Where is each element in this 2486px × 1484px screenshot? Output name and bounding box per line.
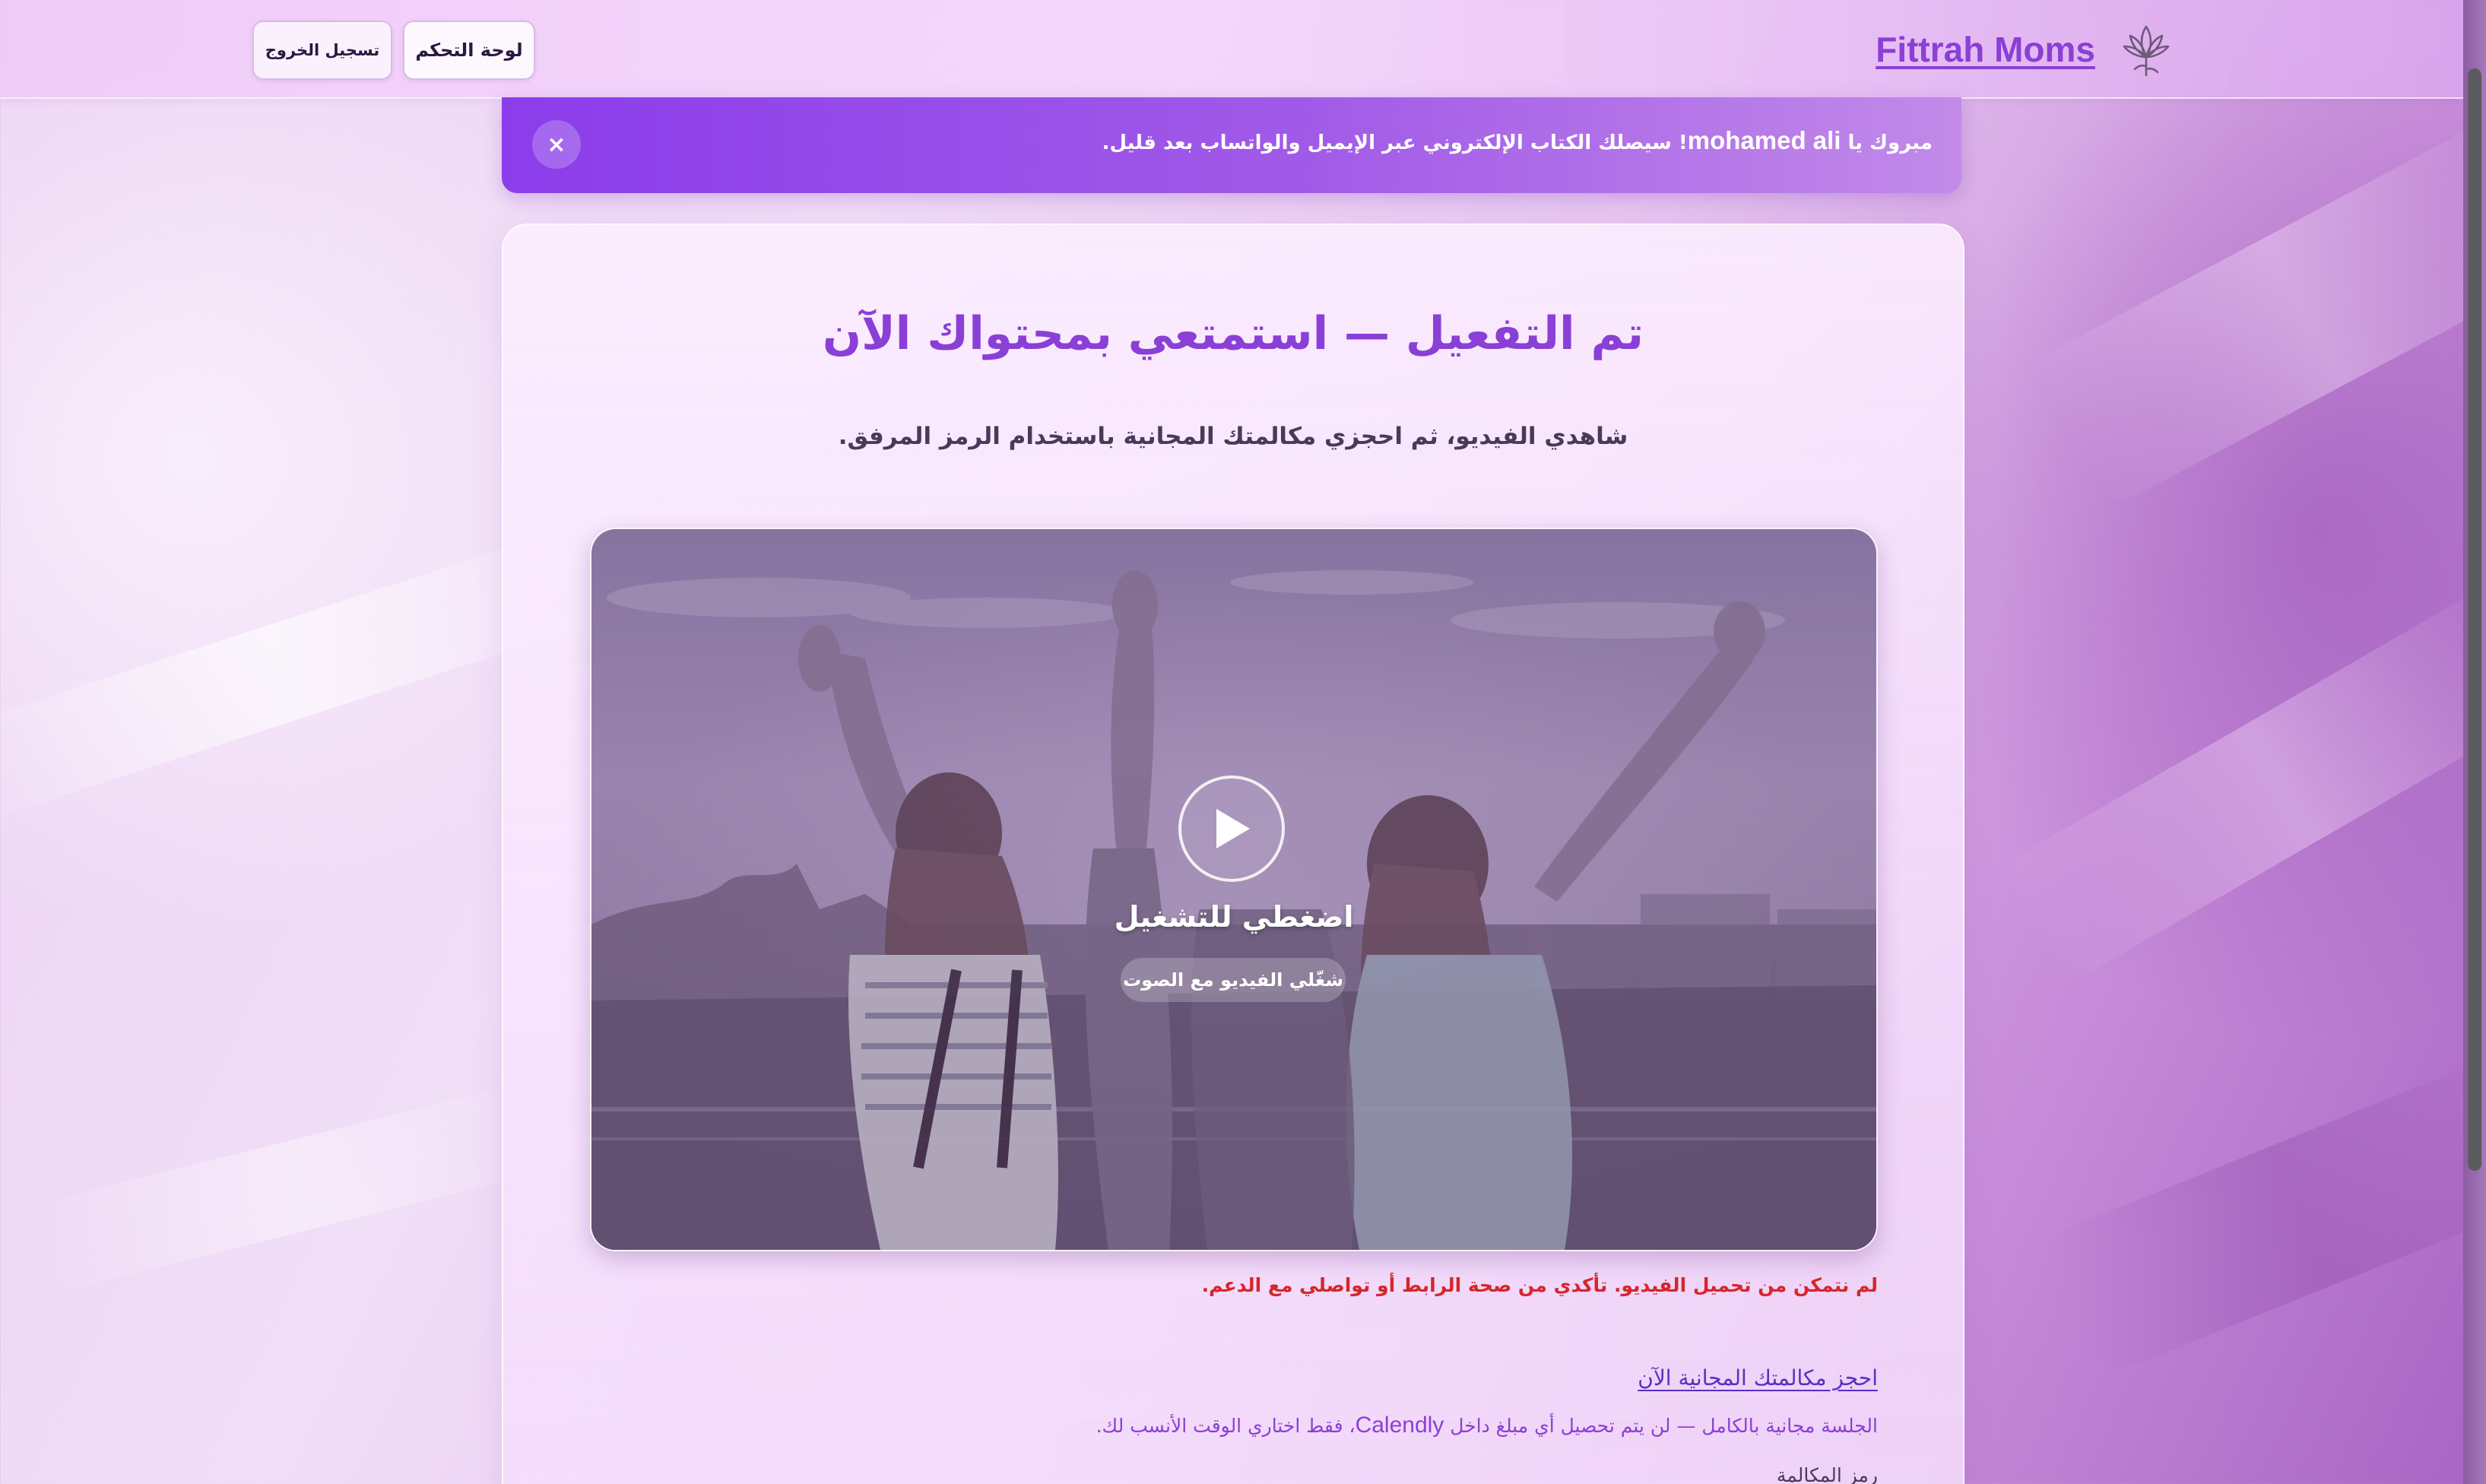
banner-prefix: مبروك يا (1841, 132, 1933, 154)
video-player[interactable]: اضغطي للتشغيل شغّلي الفيديو مع الصوت (590, 528, 1878, 1251)
banner-text: ! سيصلك الكتاب الإلكتروني عبر الإيميل وا… (1102, 132, 1688, 154)
brand-name-link[interactable]: Fittrah Moms (1876, 29, 2095, 70)
dashboard-button[interactable]: لوحة التحكم (403, 21, 535, 80)
banner-user-name: mohamed ali (1687, 126, 1841, 154)
background-streak (27, 1077, 566, 1295)
background-streak (2042, 1053, 2486, 1380)
video-poster-image (591, 529, 1876, 1250)
sound-hint-pill[interactable]: شغّلي الفيديو مع الصوت (1121, 958, 1346, 1002)
logout-button[interactable]: تسجيل الخروج (252, 21, 392, 80)
close-banner-button[interactable]: × (532, 120, 581, 169)
page-title: تم التفعيل — استمتعي بمحتواك الآن (822, 307, 1644, 360)
page-scrollbar[interactable] (2463, 0, 2486, 1484)
content-card: تم التفعيل — استمتعي بمحتواك الآن شاهدي … (502, 224, 1964, 1484)
success-banner: مبروك يا mohamed ali! سيصلك الكتاب الإلك… (502, 97, 1961, 193)
book-call-link[interactable]: احجز مكالمتك المجانية الآن (1638, 1365, 1878, 1390)
background-streak (2029, 113, 2486, 511)
booking-note-text: الجلسة مجانية بالكامل — لن يتم تحصيل أي … (1444, 1415, 1878, 1437)
background-streak (1996, 579, 2486, 987)
play-icon (1216, 809, 1250, 848)
calendly-text: Calendly (1355, 1413, 1444, 1438)
play-button[interactable] (1178, 775, 1285, 882)
booking-note: الجلسة مجانية بالكامل — لن يتم تحصيل أي … (1096, 1413, 1878, 1438)
play-label: اضغطي للتشغيل (1114, 900, 1354, 934)
top-navbar: Fittrah Moms لوحة التحكم تسجيل الخروج (0, 0, 2463, 99)
banner-message: مبروك يا mohamed ali! سيصلك الكتاب الإلك… (1102, 126, 1933, 155)
brand[interactable]: Fittrah Moms (1876, 15, 2174, 84)
booking-note-text: ، فقط اختاري الوقت الأنسب لك. (1096, 1415, 1356, 1437)
call-code-heading: رمز المكالمة (1776, 1464, 1878, 1484)
page-subtitle: شاهدي الفيديو، ثم احجزي مكالمتك المجانية… (838, 423, 1628, 450)
scrollbar-thumb[interactable] (2468, 68, 2481, 1171)
lotus-logo-icon (2123, 25, 2170, 77)
video-error-message: لم نتمكن من تحميل الفيديو. تأكدي من صحة … (1201, 1274, 1878, 1296)
